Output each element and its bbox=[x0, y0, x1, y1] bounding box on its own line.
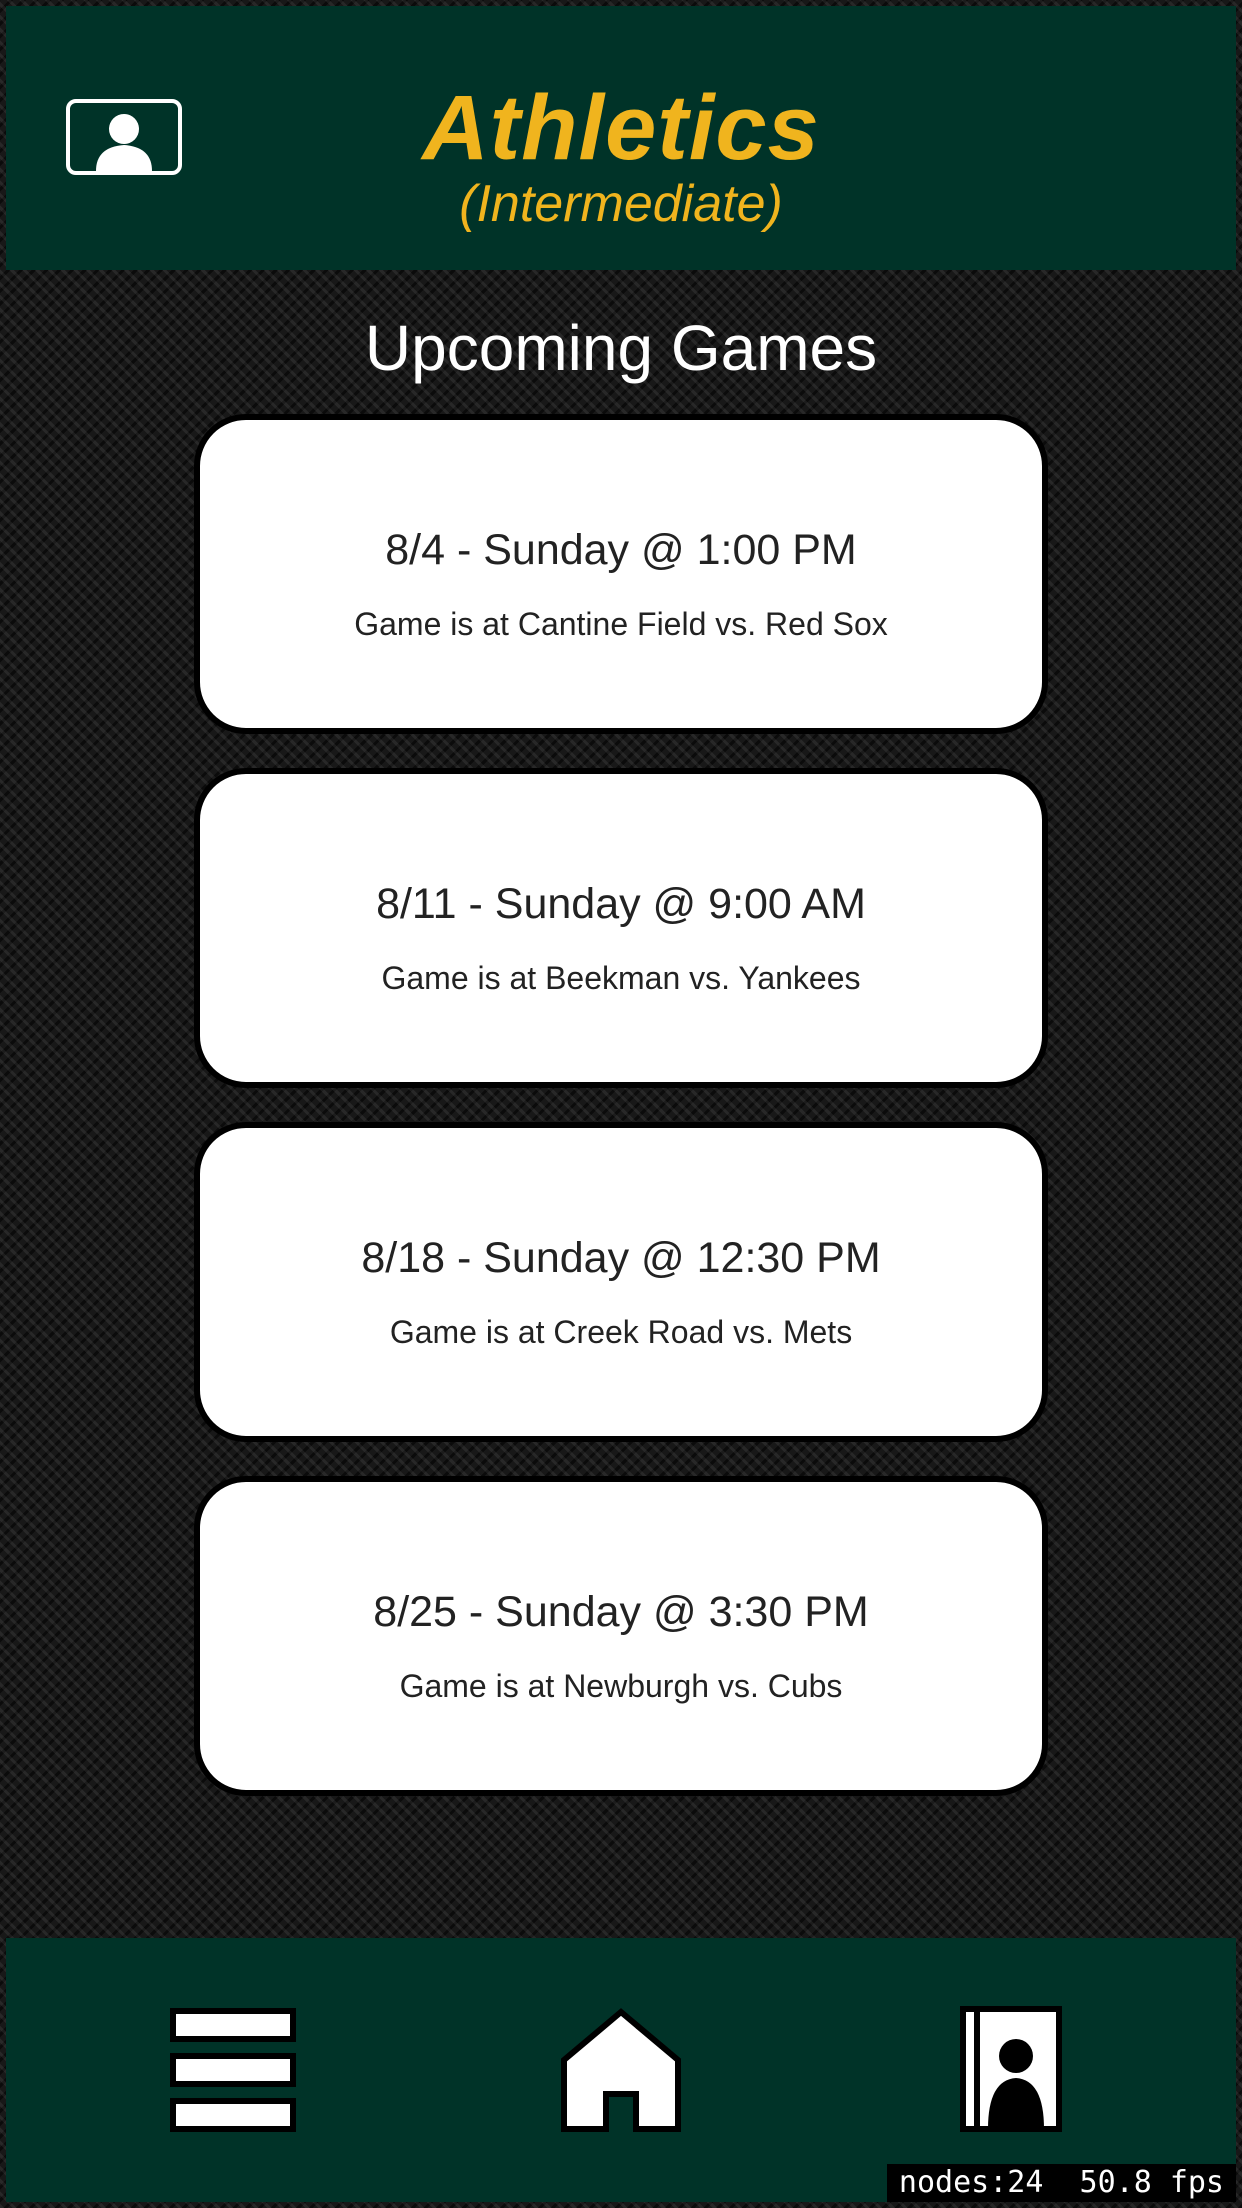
debug-stats: nodes:24 50.8 fps bbox=[886, 2164, 1236, 2202]
game-location: Game is at Beekman vs. Yankees bbox=[381, 960, 861, 996]
game-card[interactable]: 8/18 - Sunday @ 12:30 PM Game is at Cree… bbox=[194, 1122, 1048, 1442]
roster-icon bbox=[960, 2006, 1062, 2132]
game-location: Game is at Creek Road vs. Mets bbox=[389, 1314, 853, 1350]
team-name: Athletics bbox=[422, 77, 820, 179]
menu-icon bbox=[170, 2008, 296, 2132]
team-title: Athletics (Intermediate) bbox=[6, 78, 1236, 234]
header-bar: Athletics (Intermediate) bbox=[6, 6, 1236, 270]
app-screen: Athletics (Intermediate) Upcoming Games … bbox=[0, 0, 1242, 2208]
game-card[interactable]: 8/4 - Sunday @ 1:00 PM Game is at Cantin… bbox=[194, 414, 1048, 734]
home-button[interactable] bbox=[558, 2008, 684, 2132]
home-icon bbox=[561, 2008, 681, 2132]
game-card[interactable]: 8/11 - Sunday @ 9:00 AM Game is at Beekm… bbox=[194, 768, 1048, 1088]
game-card[interactable]: 8/25 - Sunday @ 3:30 PM Game is at Newbu… bbox=[194, 1476, 1048, 1796]
game-datetime: 8/4 - Sunday @ 1:00 PM bbox=[385, 526, 857, 574]
roster-button[interactable] bbox=[960, 2006, 1062, 2132]
game-datetime: 8/25 - Sunday @ 3:30 PM bbox=[373, 1588, 869, 1636]
menu-button[interactable] bbox=[170, 2008, 296, 2132]
game-datetime: 8/18 - Sunday @ 12:30 PM bbox=[361, 1234, 881, 1282]
game-location: Game is at Cantine Field vs. Red Sox bbox=[354, 606, 888, 642]
game-location: Game is at Newburgh vs. Cubs bbox=[399, 1668, 843, 1704]
bottom-nav-bar bbox=[6, 1938, 1236, 2202]
section-title: Upcoming Games bbox=[364, 312, 878, 384]
team-division: (Intermediate) bbox=[459, 175, 783, 233]
game-datetime: 8/11 - Sunday @ 9:00 AM bbox=[376, 880, 866, 928]
